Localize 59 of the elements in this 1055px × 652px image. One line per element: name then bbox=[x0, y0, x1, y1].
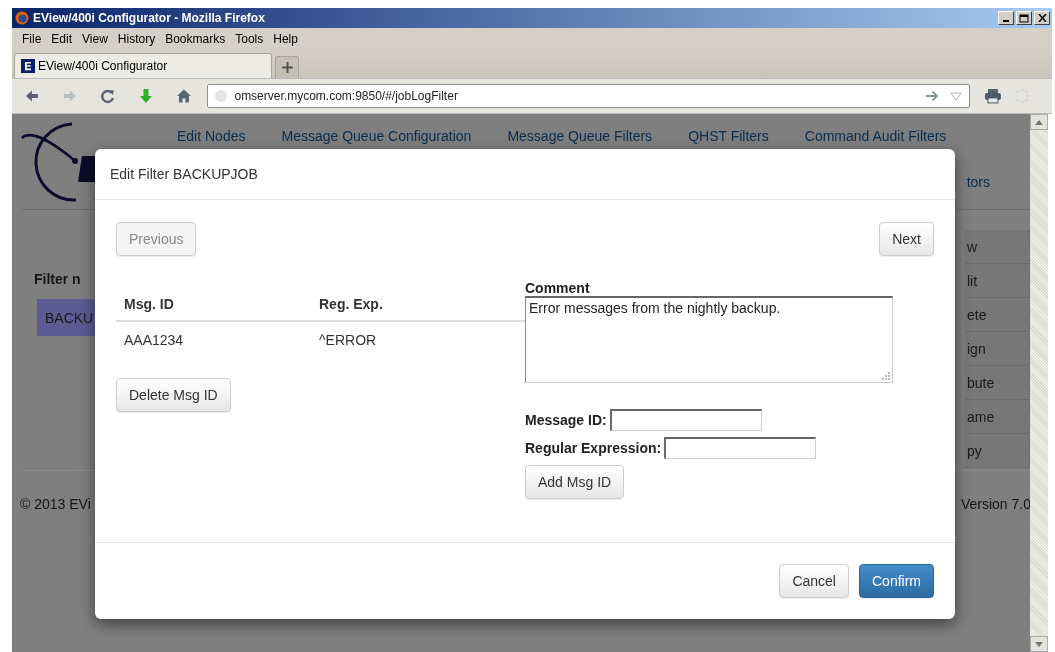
action-button[interactable]: w bbox=[965, 230, 1030, 264]
browser-tab[interactable]: EView/400i Configurator bbox=[14, 53, 272, 78]
new-tab-button[interactable] bbox=[275, 56, 299, 78]
column-header: Reg. Exp. bbox=[319, 296, 384, 312]
menu-item[interactable]: Help bbox=[269, 32, 304, 46]
printer-icon[interactable] bbox=[984, 88, 1003, 104]
action-button[interactable]: lit bbox=[965, 264, 1030, 298]
nav-link[interactable]: tors bbox=[966, 174, 990, 190]
close-icon bbox=[1037, 14, 1047, 22]
nav-link[interactable]: Command Audit Filters bbox=[804, 128, 947, 144]
close-button[interactable] bbox=[1034, 11, 1050, 25]
window-title: EView/400i Configurator - Mozilla Firefox bbox=[33, 11, 265, 25]
confirm-button[interactable]: Confirm bbox=[859, 564, 934, 598]
menu-item[interactable]: History bbox=[113, 32, 162, 46]
menu-item[interactable]: Edit bbox=[47, 32, 79, 46]
home-icon[interactable] bbox=[175, 88, 192, 104]
action-button[interactable]: ame bbox=[965, 400, 1030, 434]
back-arrow-icon[interactable] bbox=[24, 88, 40, 104]
message-id-label: Message ID: bbox=[525, 412, 607, 428]
cancel-button[interactable]: Cancel bbox=[779, 564, 849, 598]
e-letter-icon bbox=[21, 59, 35, 73]
copyright-text: © 2013 EVi bbox=[20, 496, 91, 512]
menu-item[interactable]: Bookmarks bbox=[161, 32, 232, 46]
maximize-icon bbox=[1019, 13, 1029, 23]
resize-grip-icon[interactable] bbox=[881, 371, 890, 380]
menu-item[interactable]: File bbox=[18, 32, 48, 46]
next-button[interactable]: Next bbox=[879, 222, 934, 256]
regular-expression-field[interactable] bbox=[664, 437, 817, 459]
action-button[interactable]: py bbox=[965, 434, 1030, 468]
action-button[interactable]: ign bbox=[965, 332, 1030, 366]
menu-item[interactable]: Tools bbox=[231, 32, 270, 46]
table-cell-text: ^ERROR bbox=[319, 332, 378, 348]
filter-item[interactable]: BACKU bbox=[37, 299, 95, 336]
message-id-field[interactable] bbox=[609, 409, 762, 431]
regular-expression-label: Regular Expression: bbox=[525, 440, 662, 456]
action-button[interactable]: ete bbox=[965, 298, 1030, 332]
add-msg-id-button[interactable]: Add Msg ID bbox=[525, 465, 625, 499]
address-field[interactable]: omserver.mycom.com:9850/#/jobLogFilter bbox=[207, 84, 971, 108]
minimize-button[interactable] bbox=[998, 11, 1014, 25]
column-header: Msg. ID bbox=[124, 296, 175, 312]
comment-field[interactable]: Error messages from the nightly backup. bbox=[525, 296, 893, 383]
maximize-button[interactable] bbox=[1016, 11, 1032, 25]
reload-icon[interactable] bbox=[99, 88, 116, 104]
table-cell-text: AAA1234 bbox=[124, 332, 185, 348]
filter-heading: Filter n bbox=[34, 271, 82, 287]
menu-item[interactable]: View bbox=[78, 32, 114, 46]
firefox-icon bbox=[15, 11, 29, 25]
comment-label: Comment bbox=[525, 280, 590, 296]
version-text: Version 7.0 bbox=[960, 496, 1030, 512]
nav-link[interactable]: QHST Filters bbox=[688, 128, 769, 144]
nav-link[interactable]: Message Queue Filters bbox=[507, 128, 653, 144]
dialog-title: Edit Filter BACKUPJOB bbox=[110, 166, 258, 182]
nav-link[interactable]: Edit Nodes bbox=[177, 128, 246, 144]
go-arrow-icon[interactable] bbox=[925, 89, 940, 103]
action-button[interactable]: bute bbox=[965, 366, 1030, 400]
nav-link[interactable]: Message Queue Configuration bbox=[281, 128, 472, 144]
delete-msg-id-button[interactable]: Delete Msg ID bbox=[116, 378, 231, 412]
plus-icon bbox=[281, 62, 293, 73]
scrollbar[interactable] bbox=[1030, 114, 1048, 652]
